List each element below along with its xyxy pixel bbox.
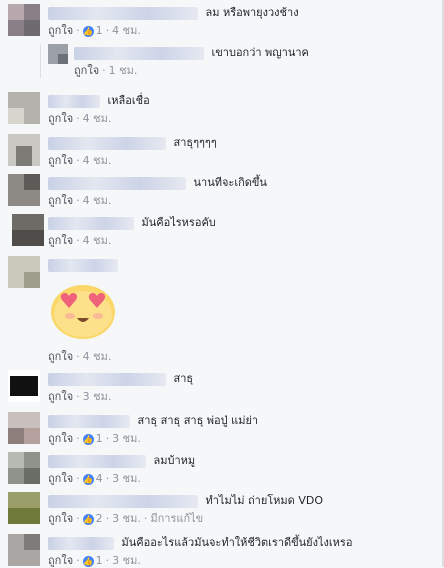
comment-body: ทำไมไม่ ถ่ายโหมด VDO (48, 494, 323, 508)
comment-body (48, 258, 122, 272)
comment-body: เขาบอกว่า พญานาค (74, 46, 309, 60)
avatar[interactable] (8, 92, 40, 124)
timestamp[interactable]: 3 ชม. (112, 554, 141, 567)
commenter-name[interactable] (48, 176, 186, 190)
avatar[interactable] (8, 4, 40, 36)
timestamp[interactable]: 4 ชม. (112, 24, 141, 37)
like-link[interactable]: ถูกใจ (48, 390, 73, 403)
like-link[interactable]: ถูกใจ (48, 512, 73, 525)
comment-body: ลม หรือพายุงวงช้าง (48, 6, 299, 20)
timestamp[interactable]: 4 ชม. (83, 194, 112, 207)
comment-text: ลม หรือพายุงวงช้าง (205, 6, 299, 19)
like-icon[interactable]: 👍 (82, 433, 94, 445)
comment-text: สาธุ (173, 372, 194, 385)
edited-label[interactable]: มีการแก้ไข (150, 512, 203, 525)
timestamp[interactable]: 1 ชม. (109, 64, 138, 77)
timestamp[interactable]: 4 ชม. (83, 112, 112, 125)
like-link[interactable]: ถูกใจ (74, 64, 99, 77)
commenter-name[interactable] (48, 454, 146, 468)
timestamp[interactable]: 3 ชม. (112, 512, 141, 525)
avatar[interactable] (8, 134, 40, 166)
reaction-count[interactable]: 1 (96, 554, 103, 567)
comment-actions: ถูกใจ · 4 ชม. (48, 350, 112, 363)
commenter-name[interactable] (48, 6, 198, 20)
comment-actions: ถูกใจ · 👍 1 · 3 ชม. (48, 554, 141, 567)
like-link[interactable]: ถูกใจ (48, 432, 73, 445)
avatar[interactable] (12, 214, 44, 246)
comment-body: สาธุ (48, 372, 193, 386)
comment-actions: ถูกใจ · 4 ชม. (48, 234, 112, 247)
comment-actions: ถูกใจ · 1 ชม. (74, 64, 138, 77)
comment-body: มันคืออะไรแล้วมันจะทำให้ชีวิตเราดีขึ้นยั… (48, 536, 352, 550)
comment-actions: ถูกใจ · 4 ชม. (48, 112, 112, 125)
avatar[interactable] (48, 44, 68, 64)
reaction-count[interactable]: 1 (96, 432, 103, 445)
comment-text: ทำไมไม่ ถ่ายโหมด VDO (205, 494, 323, 507)
comment-actions: ถูกใจ · 👍 1 · 3 ชม. (48, 432, 141, 445)
avatar[interactable] (8, 492, 40, 524)
like-icon[interactable]: 👍 (82, 555, 94, 567)
comment-text: สาธุๆๆๆๆ (173, 136, 217, 149)
comment-body: สาธุ สาธุ สาธุ พ่อปู่ แม่ย่า (48, 414, 258, 428)
comment-actions: ถูกใจ · 👍 1 · 4 ชม. (48, 24, 141, 37)
comment-text: เหลือเชื่อ (107, 94, 150, 107)
like-link[interactable]: ถูกใจ (48, 554, 73, 567)
reaction-count[interactable]: 2 (96, 512, 103, 525)
like-link[interactable]: ถูกใจ (48, 194, 73, 207)
commenter-name[interactable] (74, 46, 204, 60)
commenter-name[interactable] (48, 536, 114, 550)
avatar[interactable] (8, 174, 40, 206)
avatar[interactable] (8, 412, 40, 444)
reaction-count[interactable]: 1 (96, 24, 103, 37)
commenter-name[interactable] (48, 136, 166, 150)
comment-actions: ถูกใจ · 👍 2 · 3 ชม. · มีการแก้ไข (48, 512, 204, 525)
reaction-count[interactable]: 4 (96, 472, 103, 485)
comment-text: มันคืออะไรแล้วมันจะทำให้ชีวิตเราดีขึ้นยั… (121, 536, 353, 549)
timestamp[interactable]: 4 ชม. (83, 154, 112, 167)
like-link[interactable]: ถูกใจ (48, 472, 73, 485)
commenter-name[interactable] (48, 216, 134, 230)
commenter-name[interactable] (48, 372, 166, 386)
comment-body: สาธุๆๆๆๆ (48, 136, 217, 150)
like-link[interactable]: ถูกใจ (48, 112, 73, 125)
comment-text: ลมบ้าหมู (153, 454, 196, 467)
like-icon[interactable]: 👍 (82, 513, 94, 525)
like-icon[interactable]: 👍 (82, 473, 94, 485)
timestamp[interactable]: 4 ชม. (83, 350, 112, 363)
like-link[interactable]: ถูกใจ (48, 234, 73, 247)
commenter-name[interactable] (48, 94, 100, 108)
heart-eyes-emoji-icon (48, 280, 118, 340)
reply-thread-line (40, 44, 41, 78)
like-link[interactable]: ถูกใจ (48, 350, 73, 363)
avatar[interactable] (8, 256, 40, 288)
comment-actions: ถูกใจ · 3 ชม. (48, 390, 112, 403)
comment-text: นานทีจะเกิดขึ้น (193, 176, 267, 189)
comment-actions: ถูกใจ · 4 ชม. (48, 194, 112, 207)
comment-body: มันคือไรหรอคับ (48, 216, 216, 230)
comment-actions: ถูกใจ · 4 ชม. (48, 154, 112, 167)
avatar[interactable] (8, 452, 40, 484)
timestamp[interactable]: 3 ชม. (83, 390, 112, 403)
like-icon[interactable]: 👍 (82, 25, 94, 37)
commenter-name[interactable] (48, 494, 198, 508)
commenter-name[interactable] (48, 258, 118, 272)
comment-text: สาธุ สาธุ สาธุ พ่อปู่ แม่ย่า (137, 414, 259, 427)
like-link[interactable]: ถูกใจ (48, 154, 73, 167)
commenter-name[interactable] (48, 414, 130, 428)
avatar[interactable] (8, 370, 40, 402)
timestamp[interactable]: 3 ชม. (112, 472, 141, 485)
comment-body: เหลือเชื่อ (48, 94, 150, 108)
comment-actions: ถูกใจ · 👍 4 · 3 ชม. (48, 472, 141, 485)
timestamp[interactable]: 4 ชม. (83, 234, 112, 247)
like-link[interactable]: ถูกใจ (48, 24, 73, 37)
comment-text: มันคือไรหรอคับ (141, 216, 216, 229)
timestamp[interactable]: 3 ชม. (112, 432, 141, 445)
comment-text: เขาบอกว่า พญานาค (211, 46, 309, 59)
avatar[interactable] (8, 534, 40, 566)
comment-body: นานทีจะเกิดขึ้น (48, 176, 267, 190)
comment-body: ลมบ้าหมู (48, 454, 195, 468)
